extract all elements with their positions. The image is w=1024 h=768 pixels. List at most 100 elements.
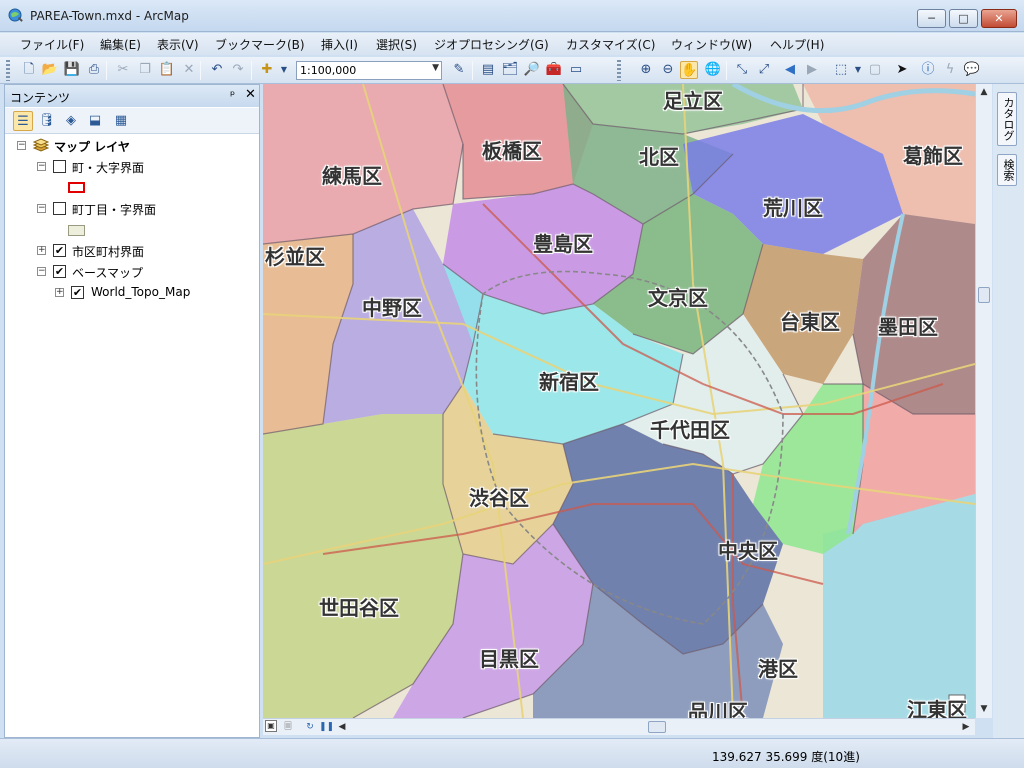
data-view-icon[interactable]: ▣ (265, 720, 277, 732)
vertical-scroll-thumb[interactable] (978, 287, 990, 303)
forward-extent-icon[interactable]: ▶ (803, 61, 821, 79)
scroll-right-icon[interactable]: ▶ (959, 720, 973, 734)
toolbar-grip[interactable] (617, 60, 621, 81)
layout-view-icon[interactable]: 🗏 (281, 720, 295, 734)
collapse-icon[interactable]: − (37, 267, 46, 276)
add-data-icon[interactable]: ✚ (258, 61, 276, 79)
menu-selection[interactable]: 選択(S) (376, 36, 417, 53)
tree-row-layer[interactable]: − 町・大字界面 (5, 158, 255, 176)
list-by-visibility-icon[interactable]: ◈ (61, 111, 81, 131)
map-layers-label: マップ レイヤ (54, 140, 130, 154)
tree-row-layer[interactable]: + ✔ 市区町村界面 (5, 242, 255, 260)
toolbar-separator (472, 61, 473, 80)
clear-selection-icon[interactable]: ▢ (866, 61, 884, 79)
arctoolbox-icon[interactable]: 🧰 (545, 61, 563, 79)
tree-row-layer[interactable]: − 町丁目・字界面 (5, 200, 255, 218)
ward-label-nerima: 練馬区 (322, 164, 382, 188)
hyperlink-lightning-icon[interactable]: ϟ (941, 61, 959, 79)
ward-label-minato: 港区 (758, 657, 798, 681)
tree-row-map-layers[interactable]: − マップ レイヤ (5, 137, 255, 155)
python-window-icon[interactable]: ▭ (567, 61, 585, 79)
menu-file[interactable]: ファイル(F) (20, 36, 84, 53)
toc-options-icon[interactable]: ▦ (111, 111, 131, 131)
layer-visibility-checkbox[interactable]: ✔ (71, 286, 84, 299)
pin-icon[interactable]: ᵖ (230, 88, 235, 102)
cut-icon[interactable]: ✂ (114, 61, 132, 79)
list-by-selection-icon[interactable]: ⬓ (85, 111, 105, 131)
refresh-icon[interactable]: ↻ (303, 720, 317, 734)
layer-visibility-checkbox[interactable]: ✔ (53, 265, 66, 278)
tree-row-layer[interactable]: − ✔ ベースマップ (5, 263, 255, 281)
catalog-tab[interactable]: カタログ (997, 92, 1017, 146)
map-vertical-scrollbar[interactable]: ▲ ▼ (975, 84, 992, 718)
undo-icon[interactable]: ↶ (208, 61, 226, 79)
print-icon[interactable]: ⎙ (85, 61, 103, 79)
maximize-button[interactable]: □ (949, 9, 978, 28)
table-of-contents-icon[interactable]: ▤ (479, 61, 497, 79)
back-extent-icon[interactable]: ◀ (781, 61, 799, 79)
pause-drawing-icon[interactable]: ❚❚ (319, 720, 334, 734)
full-extent-globe-icon[interactable]: 🌐 (704, 61, 722, 79)
list-by-source-icon[interactable]: 🛢 (37, 111, 57, 131)
map-scale-value: 1:100,000 (300, 64, 357, 77)
save-icon[interactable]: 💾 (63, 61, 81, 79)
new-document-icon[interactable]: 🗋 (20, 61, 38, 79)
ward-label-sumida: 墨田区 (878, 315, 938, 339)
collapse-icon[interactable]: − (17, 141, 26, 150)
scroll-left-icon[interactable]: ◀ (335, 720, 349, 734)
menu-help[interactable]: ヘルプ(H) (770, 36, 824, 53)
menu-windows[interactable]: ウィンドウ(W) (671, 36, 752, 53)
select-features-icon[interactable]: ⬚ (832, 61, 850, 79)
zoom-in-icon[interactable]: ⊕ (637, 61, 655, 79)
layer-symbol-swatch[interactable] (68, 225, 85, 236)
ward-label-shinagawa: 品川区 (688, 700, 748, 718)
list-by-drawing-order-icon[interactable]: ☰ (13, 111, 33, 131)
tree-row-layer[interactable]: + ✔ World_Topo_Map (5, 284, 255, 302)
toc-title: コンテンツ (10, 91, 71, 105)
zoom-out-icon[interactable]: ⊖ (659, 61, 677, 79)
pan-hand-icon[interactable]: ✋ (680, 61, 698, 79)
expand-icon[interactable]: + (55, 288, 64, 297)
map-scale-combobox[interactable]: 1:100,000 ▼ (296, 61, 442, 80)
layer-visibility-checkbox[interactable]: ✔ (53, 244, 66, 257)
open-folder-icon[interactable]: 📂 (41, 61, 59, 79)
scroll-up-icon[interactable]: ▲ (977, 85, 991, 99)
layer-visibility-checkbox[interactable] (53, 202, 66, 215)
catalog-window-icon[interactable]: 🗂 (501, 61, 519, 79)
scroll-down-icon[interactable]: ▼ (977, 702, 991, 716)
close-window-button[interactable]: ✕ (981, 9, 1017, 28)
menu-view[interactable]: 表示(V) (157, 36, 199, 53)
horizontal-scroll-thumb[interactable] (648, 721, 666, 733)
redo-icon[interactable]: ↷ (229, 61, 247, 79)
menu-edit[interactable]: 編集(E) (100, 36, 141, 53)
layer-symbol-swatch[interactable] (68, 182, 85, 193)
map-display[interactable]: 足立区 板橋区 北区 葛飾区 練馬区 荒川区 豊島区 杉並区 文京区 中野区 台… (263, 84, 975, 718)
search-tab[interactable]: 検索 (997, 154, 1017, 186)
paste-icon[interactable]: 📋 (158, 61, 176, 79)
map-horizontal-scrollbar[interactable]: ▣ 🗏 ↻ ❚❚ ◀ ▶ (263, 718, 975, 735)
search-window-icon[interactable]: 🔎 (523, 61, 541, 79)
fixed-zoom-out-icon[interactable]: ⤢ (755, 61, 773, 79)
toolbar-separator (251, 61, 252, 80)
collapse-icon[interactable]: − (37, 204, 46, 213)
minimize-button[interactable]: ─ (917, 9, 946, 28)
expand-icon[interactable]: + (37, 246, 46, 255)
fixed-zoom-in-icon[interactable]: ⤡ (733, 61, 751, 79)
layer-visibility-checkbox[interactable] (53, 160, 66, 173)
copy-icon[interactable]: ❐ (136, 61, 154, 79)
collapse-icon[interactable]: − (37, 162, 46, 171)
html-popup-icon[interactable]: 💬 (963, 61, 981, 79)
close-icon[interactable]: ✕ (245, 87, 256, 102)
delete-icon[interactable]: ✕ (180, 61, 198, 79)
identify-info-icon[interactable]: ⓘ (919, 61, 937, 79)
menu-bookmarks[interactable]: ブックマーク(B) (215, 36, 305, 53)
select-dropdown-icon[interactable]: ▼ (849, 61, 867, 79)
toolbar-grip[interactable] (6, 60, 10, 81)
menu-insert[interactable]: 挿入(I) (321, 36, 358, 53)
chevron-down-icon[interactable]: ▼ (432, 63, 439, 73)
select-elements-arrow-icon[interactable]: ➤ (893, 61, 911, 79)
editor-toolbar-icon[interactable]: ✎ (450, 61, 468, 79)
menu-customize[interactable]: カスタマイズ(C) (566, 36, 655, 53)
menu-geoprocessing[interactable]: ジオプロセシング(G) (434, 36, 549, 53)
add-data-dropdown-icon[interactable]: ▼ (275, 61, 293, 79)
